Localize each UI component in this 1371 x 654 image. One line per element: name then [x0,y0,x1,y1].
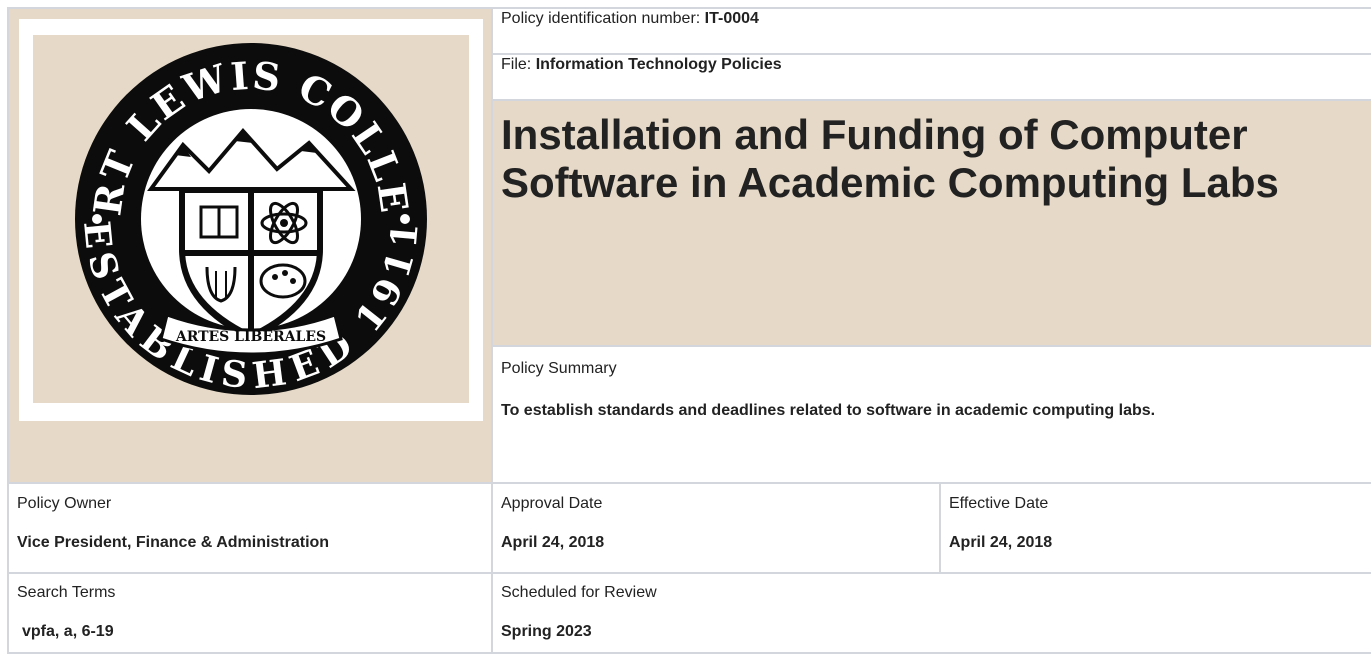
summary-text: To establish standards and deadlines rel… [501,402,1156,419]
college-seal-logo: FORT LEWIS COLLEGE ESTABLISHED 1911 [33,35,469,403]
approval-date-label: Approval Date [501,495,603,512]
seal-ribbon: ARTES LIBERALES [175,329,326,345]
effective-date-value: April 24, 2018 [949,534,1053,551]
effective-date-label: Effective Date [949,495,1049,512]
logo-cell: FORT LEWIS COLLEGE ESTABLISHED 1911 [7,7,493,484]
search-terms-cell: Search Terms vpfa, a, 6-19 [7,572,493,654]
logo-frame: FORT LEWIS COLLEGE ESTABLISHED 1911 [19,19,483,421]
file-label: File: [501,56,532,73]
review-label: Scheduled for Review [501,584,657,601]
review-cell: Scheduled for Review Spring 2023 [491,572,1371,654]
policy-owner-cell: Policy Owner Vice President, Finance & A… [7,482,493,574]
policy-page: FORT LEWIS COLLEGE ESTABLISHED 1911 [0,0,1371,654]
effective-date-cell: Effective Date April 24, 2018 [939,482,1371,574]
file-value: Information Technology Policies [535,56,782,73]
policy-header-table: FORT LEWIS COLLEGE ESTABLISHED 1911 [7,7,1371,654]
file-row: File: Information Technology Policies [491,53,1371,101]
policy-id-label: Policy identification number: [501,10,701,27]
title-cell: Installation and Funding of Computer Sof… [491,99,1371,347]
review-value: Spring 2023 [501,623,592,640]
college-seal-icon: FORT LEWIS COLLEGE ESTABLISHED 1911 [71,39,427,397]
policy-id-value: IT-0004 [704,10,759,27]
approval-date-cell: Approval Date April 24, 2018 [491,482,941,574]
page-title: Installation and Funding of Computer Sof… [501,111,1279,206]
policy-id-row: Policy identification number: IT-0004 [491,7,1371,55]
summary-cell: Policy Summary To establish standards an… [491,345,1371,484]
summary-label: Policy Summary [501,360,617,377]
search-terms-value: vpfa, a, 6-19 [22,623,114,640]
policy-owner-label: Policy Owner [17,495,112,512]
search-terms-label: Search Terms [17,584,116,601]
policy-owner-value: Vice President, Finance & Administration [17,534,330,551]
approval-date-value: April 24, 2018 [501,534,605,551]
